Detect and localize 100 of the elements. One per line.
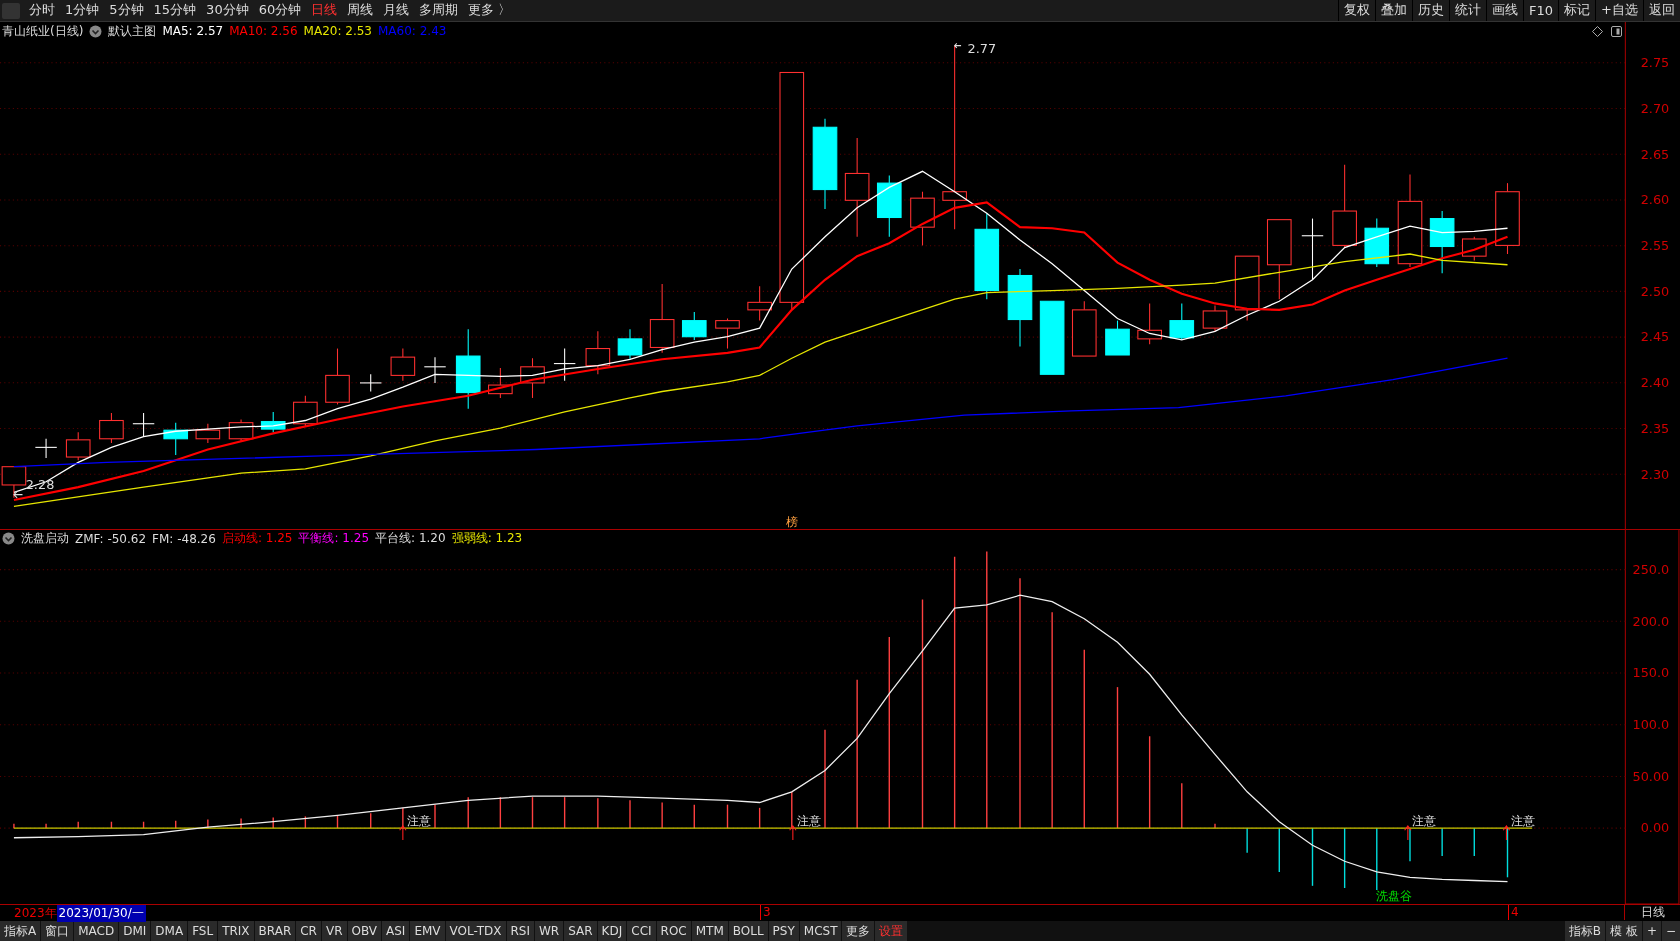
indicator-tab[interactable]: ASI xyxy=(382,921,410,941)
period-tab[interactable]: 15分钟 xyxy=(148,0,202,21)
candlestick xyxy=(1169,302,1195,340)
period-tab[interactable]: 分时 xyxy=(24,0,60,21)
bottom-button[interactable]: + xyxy=(1642,921,1661,941)
alert-label: 注意 xyxy=(1412,814,1437,829)
indicator-tab[interactable]: BRAR xyxy=(254,921,296,941)
axis-label: 150.0 xyxy=(1632,665,1670,681)
candlestick xyxy=(681,311,707,340)
period-tab[interactable]: 日线 xyxy=(306,0,343,21)
indicator-tab[interactable]: VR xyxy=(321,921,347,941)
period-tab[interactable]: 多周期 xyxy=(414,0,464,21)
histogram-bar xyxy=(1343,827,1346,890)
price-label: 2.77 xyxy=(967,40,997,56)
axis-label: 250.0 xyxy=(1632,562,1670,578)
indicator-tab[interactable]: OBV xyxy=(347,921,382,941)
indicator-tab[interactable]: CR xyxy=(296,921,321,941)
diamond-icon[interactable] xyxy=(1592,25,1603,37)
indicator-tab[interactable]: FSL xyxy=(188,921,218,941)
indicator-value: MA20: 2.53 xyxy=(303,24,372,38)
up-arrow-icon xyxy=(789,825,797,841)
candlestick xyxy=(553,347,576,381)
candlestick xyxy=(1461,235,1487,261)
indicator-tab[interactable]: BOLL xyxy=(728,921,768,941)
candlestick xyxy=(1105,319,1130,356)
bottom-button[interactable]: 指标B xyxy=(1564,921,1606,941)
histogram-bar xyxy=(758,807,761,830)
indicator-tab[interactable]: ROC xyxy=(656,921,691,941)
indicator-tab[interactable]: 窗口 xyxy=(41,921,74,941)
indicator-tab[interactable]: CCI xyxy=(627,921,656,941)
up-arrow-icon xyxy=(1404,825,1412,841)
candlestick xyxy=(423,356,447,383)
histogram-bar xyxy=(531,796,534,830)
period-label: 日线 xyxy=(1624,905,1680,921)
candlestick xyxy=(1364,217,1390,267)
alert-label: 注意 xyxy=(407,814,432,829)
candlestick xyxy=(359,373,382,392)
indicator-tab[interactable]: RSI xyxy=(506,921,534,941)
histogram-bar xyxy=(304,816,307,830)
period-tab[interactable]: 更多 〉 xyxy=(463,0,517,21)
candlestick xyxy=(488,366,513,398)
histogram-bar xyxy=(726,804,729,830)
candlestick xyxy=(1234,255,1260,321)
indicator-value: 平衡线: 1.25 xyxy=(298,530,370,548)
settings-tab[interactable]: 设置 xyxy=(875,921,908,941)
indicator-value: MA60: 2.43 xyxy=(378,24,447,38)
indicator-tab[interactable]: 指标A xyxy=(0,921,41,941)
indicator-value: 强弱线: 1.23 xyxy=(451,530,523,548)
axis-label: 0.00 xyxy=(1640,820,1670,836)
histogram-bar xyxy=(1506,827,1509,879)
panel-icon[interactable] xyxy=(1611,25,1622,37)
axis-label: 200.0 xyxy=(1632,614,1670,630)
candlestick xyxy=(260,410,286,433)
candlestick xyxy=(163,421,189,455)
indicator-tab[interactable]: MACD xyxy=(74,921,119,941)
indicator-tab[interactable]: TRIX xyxy=(218,921,254,941)
period-tab[interactable]: 1分钟 xyxy=(60,0,105,21)
cursor-date-label: 2023/01/30/一 xyxy=(56,904,146,922)
indicator-tab[interactable]: PSY xyxy=(768,921,799,941)
indicator-title: 洗盘启动 xyxy=(21,530,69,548)
indicator-value: 平台线: 1.20 xyxy=(375,530,446,548)
alert-label: 注意 xyxy=(797,814,822,829)
dropdown-icon[interactable] xyxy=(2,532,15,546)
indicator-tab[interactable]: 更多 xyxy=(842,921,875,941)
histogram-bar xyxy=(110,821,113,830)
candlestick xyxy=(617,328,643,360)
month-label: 3 xyxy=(760,905,771,921)
dropdown-icon[interactable] xyxy=(89,24,103,38)
candlestick xyxy=(1,465,27,498)
axis-label: 2.30 xyxy=(1640,466,1670,482)
bottom-button[interactable]: 模 板 xyxy=(1606,921,1642,941)
indicator-value: 启动线: 1.25 xyxy=(221,530,293,548)
template-label: 默认主图 xyxy=(108,22,157,40)
indicator-tab[interactable]: MCST xyxy=(799,921,842,941)
indicator-tab[interactable]: DMA xyxy=(151,921,188,941)
candlestick xyxy=(228,418,254,441)
candlestick xyxy=(65,431,91,461)
period-tab[interactable]: 月线 xyxy=(378,0,415,21)
bottom-button[interactable]: − xyxy=(1661,921,1680,941)
candlestick xyxy=(585,330,611,375)
indicator-tab[interactable]: SAR xyxy=(564,921,597,941)
period-tab[interactable]: 60分钟 xyxy=(253,0,307,21)
axis-label: 2.50 xyxy=(1640,283,1670,299)
indicator-tab[interactable]: WR xyxy=(535,921,564,941)
candlestick xyxy=(1301,217,1324,280)
indicator-tab[interactable]: VOL-TDX xyxy=(445,921,506,941)
period-tab[interactable]: 5分钟 xyxy=(104,0,149,21)
indicator-tab[interactable]: EMV xyxy=(410,921,445,941)
marker-label: 榜 xyxy=(785,514,798,529)
indicator-tab[interactable]: DMI xyxy=(119,921,151,941)
axis-label: 2.75 xyxy=(1640,54,1670,70)
candlestick xyxy=(910,190,935,246)
axis-label: 2.40 xyxy=(1640,374,1670,390)
axis-label: 100.0 xyxy=(1632,717,1670,733)
period-tab[interactable]: 周线 xyxy=(342,0,379,21)
indicator-tab[interactable]: MTM xyxy=(691,921,728,941)
period-tab[interactable]: 30分钟 xyxy=(201,0,254,21)
candlestick xyxy=(715,317,740,349)
candlestick xyxy=(325,347,350,405)
indicator-tab[interactable]: KDJ xyxy=(597,921,627,941)
